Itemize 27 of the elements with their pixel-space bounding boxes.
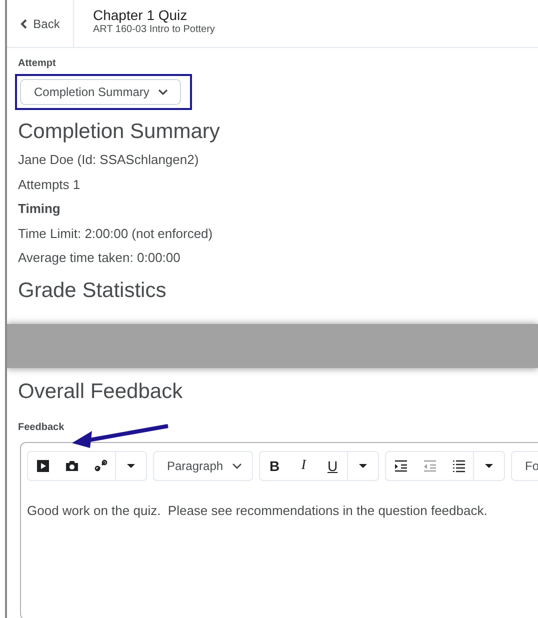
summary-text: Attempts 1 bbox=[18, 176, 80, 192]
summary-text: Timing bbox=[18, 201, 60, 216]
bullet-list-icon[interactable] bbox=[452, 458, 466, 472]
play-icon[interactable] bbox=[36, 458, 50, 472]
feedback-text: Good work on the quiz. Please see recommendations in the question feedback. bbox=[27, 502, 488, 518]
summary-text: Jane Doe (Id: SSASchlangen2) bbox=[18, 152, 199, 167]
link-icon[interactable] bbox=[94, 458, 108, 472]
course-name: ART 160-03 Intro to Pottery bbox=[93, 24, 215, 35]
chevron-down-icon bbox=[232, 462, 242, 468]
indent-icon[interactable] bbox=[394, 458, 408, 472]
section-heading: Overall Feedback bbox=[18, 380, 184, 404]
format-select[interactable]: Paragraph bbox=[154, 458, 252, 472]
feedback-label: Feedback bbox=[18, 422, 64, 434]
summary-text: Average time taken: 0:00:00 bbox=[18, 250, 180, 265]
attempt-dropdown[interactable]: Completion Summary bbox=[20, 79, 182, 105]
attempt-label: Attempt bbox=[18, 58, 57, 71]
section-heading: Completion Summary bbox=[18, 120, 221, 145]
chevron-left-icon bbox=[20, 18, 28, 28]
outdent-icon[interactable] bbox=[422, 458, 437, 472]
italic-button[interactable]: I bbox=[289, 452, 318, 480]
underline-button[interactable]: U bbox=[318, 452, 348, 480]
quiz-title: Chapter 1 Quiz bbox=[93, 7, 188, 23]
section-heading: Grade Statistics bbox=[18, 278, 168, 304]
chevron-down-icon bbox=[158, 89, 168, 95]
bold-button[interactable]: B bbox=[260, 452, 290, 480]
summary-text: Time Limit: 2:00:00 (not enforced) bbox=[18, 226, 213, 240]
camera-icon[interactable] bbox=[64, 458, 78, 472]
